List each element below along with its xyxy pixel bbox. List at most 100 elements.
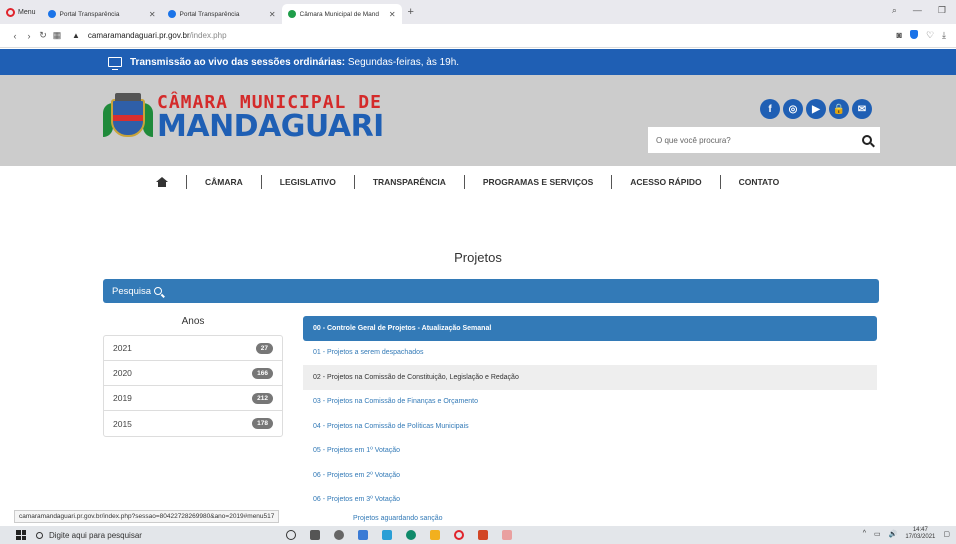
year-label: 2021 bbox=[113, 343, 132, 353]
tab-title: Portal Transparência bbox=[59, 10, 120, 18]
notifications-icon[interactable]: ▢ bbox=[943, 530, 950, 538]
home-icon bbox=[156, 177, 168, 187]
search-placeholder: O que você procura? bbox=[656, 135, 731, 145]
facebook-icon[interactable]: f bbox=[760, 99, 780, 119]
status-bar-url: camaramandaguari.pr.gov.br/index.php?ses… bbox=[14, 510, 280, 523]
nav-contato[interactable]: CONTATO bbox=[721, 175, 798, 189]
project-item[interactable]: 03 - Projetos na Comissão de Finanças e … bbox=[303, 390, 877, 415]
favicon-icon bbox=[167, 10, 176, 18]
banner-text: Segundas-feiras, às 19h. bbox=[345, 56, 460, 68]
tab-title: Câmara Municipal de Mand bbox=[299, 10, 379, 18]
project-item[interactable]: 00 - Controle Geral de Projetos - Atuali… bbox=[303, 316, 877, 341]
cortana-icon[interactable] bbox=[286, 530, 296, 540]
close-tab-icon[interactable]: ✕ bbox=[149, 10, 156, 19]
taskbar-apps bbox=[286, 530, 512, 540]
year-label: 2015 bbox=[113, 418, 132, 429]
search-icon bbox=[154, 287, 163, 295]
main-navigation: CÂMARA LEGISLATIVO TRANSPARÊNCIA PROGRAM… bbox=[138, 172, 797, 192]
clock-time: 14:47 bbox=[912, 527, 928, 533]
year-item[interactable]: 2020 166 bbox=[104, 361, 282, 386]
year-item[interactable]: 2019 212 bbox=[104, 386, 282, 411]
favicon-icon bbox=[47, 10, 56, 18]
nav-transparencia[interactable]: TRANSPARÊNCIA bbox=[355, 175, 465, 189]
browser-tab[interactable]: Portal Transparência ✕ bbox=[162, 4, 282, 24]
new-tab-button[interactable]: + bbox=[402, 6, 420, 18]
year-item[interactable]: 2015 178 bbox=[104, 411, 282, 436]
project-item[interactable]: 06 - Projetos em 2º Votação bbox=[303, 463, 877, 488]
restore-icon[interactable]: ❐ bbox=[938, 5, 946, 16]
project-item[interactable]: 04 - Projetos na Comissão de Políticas M… bbox=[303, 414, 877, 439]
browser-tab-bar: Menu Portal Transparência ✕ Portal Trans… bbox=[0, 0, 956, 24]
url-host: camaramandaguari.pr.gov.br bbox=[87, 31, 190, 40]
url-path: /index.php bbox=[189, 31, 227, 40]
warning-icon: ▲ bbox=[72, 31, 80, 40]
year-label: 2020 bbox=[113, 368, 132, 378]
camera-icon[interactable]: ◙ bbox=[897, 30, 902, 41]
clock-date: 17/03/2021 bbox=[905, 533, 936, 540]
window-controls: ⌕ — ❐ bbox=[892, 5, 946, 16]
browser-tab[interactable]: Portal Transparência ✕ bbox=[42, 4, 162, 24]
count-badge: 166 bbox=[252, 367, 273, 379]
windows-taskbar: Digite aqui para pesquisar ^ ▭ 🔊 14:47 1… bbox=[0, 526, 956, 544]
site-search-input[interactable]: O que você procura? bbox=[648, 127, 880, 153]
app-icon[interactable] bbox=[502, 530, 512, 540]
back-icon[interactable]: ‹ bbox=[8, 31, 22, 41]
pesquisa-toggle[interactable]: Pesquisa bbox=[103, 279, 879, 303]
taskbar-search[interactable]: Digite aqui para pesquisar bbox=[36, 531, 256, 540]
mail-icon[interactable]: ✉ bbox=[852, 99, 872, 119]
search-tabs-icon[interactable]: ⌕ bbox=[892, 5, 897, 16]
social-links: f ◎ ▶ 🔒 ✉ bbox=[760, 99, 872, 119]
taskbar-search-placeholder: Digite aqui para pesquisar bbox=[49, 530, 142, 540]
tv-icon bbox=[108, 57, 122, 70]
project-item[interactable]: 02 - Projetos na Comissão de Constituiçã… bbox=[303, 365, 877, 390]
opera-icon[interactable] bbox=[454, 530, 464, 540]
nav-home[interactable] bbox=[138, 175, 187, 189]
volume-icon[interactable]: 🔊 bbox=[889, 530, 898, 538]
url-field[interactable]: ▲ camaramandaguari.pr.gov.br/index.php bbox=[72, 31, 227, 40]
system-tray: ^ ▭ 🔊 14:47 17/03/2021 ▢ bbox=[863, 527, 950, 540]
nav-camara[interactable]: CÂMARA bbox=[187, 175, 262, 189]
site-logo[interactable]: CÂMARA MUNICIPAL DE MANDAGUARI bbox=[103, 93, 384, 143]
coat-of-arms-icon bbox=[103, 93, 153, 143]
reload-icon[interactable]: ↻ bbox=[36, 30, 50, 41]
anos-title: Anos bbox=[181, 316, 205, 327]
speed-dial-icon[interactable]: ▦ bbox=[50, 30, 64, 41]
search-icon bbox=[36, 531, 43, 539]
chevron-up-icon[interactable]: ^ bbox=[863, 530, 866, 537]
youtube-icon[interactable]: ▶ bbox=[806, 99, 826, 119]
search-icon[interactable] bbox=[862, 135, 872, 145]
close-tab-icon[interactable]: ✕ bbox=[389, 10, 396, 19]
year-item[interactable]: 2021 27 bbox=[104, 336, 282, 361]
project-item[interactable]: 06 - Projetos em 3º Votação bbox=[303, 488, 877, 513]
browser-tab-active[interactable]: Câmara Municipal de Mand ✕ bbox=[281, 4, 402, 24]
edge-icon[interactable] bbox=[406, 530, 416, 540]
project-item[interactable]: 05 - Projetos em 1º Votação bbox=[303, 439, 877, 464]
settings-icon[interactable] bbox=[334, 530, 344, 540]
heart-icon[interactable]: ♡ bbox=[926, 30, 934, 41]
calculator-icon[interactable] bbox=[358, 530, 368, 540]
close-tab-icon[interactable]: ✕ bbox=[269, 10, 276, 19]
powerpoint-icon[interactable] bbox=[478, 530, 488, 540]
minimize-icon[interactable]: — bbox=[913, 5, 922, 16]
projects-list: 00 - Controle Geral de Projetos - Atuali… bbox=[303, 316, 877, 522]
network-icon[interactable]: ▭ bbox=[874, 530, 881, 538]
task-view-icon[interactable] bbox=[310, 530, 320, 540]
vpn-shield-icon[interactable] bbox=[909, 30, 918, 39]
opera-menu-button[interactable]: Menu bbox=[0, 0, 42, 24]
project-item[interactable]: 01 - Projetos a serem despachados bbox=[303, 341, 877, 366]
download-icon[interactable]: ⤓ bbox=[942, 30, 946, 41]
edge-legacy-icon[interactable] bbox=[382, 530, 392, 540]
year-label: 2019 bbox=[113, 393, 132, 403]
nav-programas-servicos[interactable]: PROGRAMAS E SERVIÇOS bbox=[465, 175, 613, 189]
clock[interactable]: 14:47 17/03/2021 bbox=[905, 527, 935, 540]
file-explorer-icon[interactable] bbox=[430, 530, 440, 540]
forward-icon[interactable]: › bbox=[22, 31, 36, 41]
live-broadcast-banner[interactable]: Transmissão ao vivo das sessões ordinári… bbox=[0, 49, 956, 75]
windows-start-icon[interactable] bbox=[16, 530, 26, 540]
page-title: Projetos bbox=[454, 250, 502, 265]
nav-acesso-rapido[interactable]: ACESSO RÁPIDO bbox=[612, 175, 721, 189]
nav-legislativo[interactable]: LEGISLATIVO bbox=[262, 175, 355, 189]
instagram-icon[interactable]: ◎ bbox=[783, 99, 803, 119]
project-item[interactable]: Projetos aguardando sanção bbox=[303, 512, 877, 522]
lock-icon[interactable]: 🔒 bbox=[829, 99, 849, 119]
